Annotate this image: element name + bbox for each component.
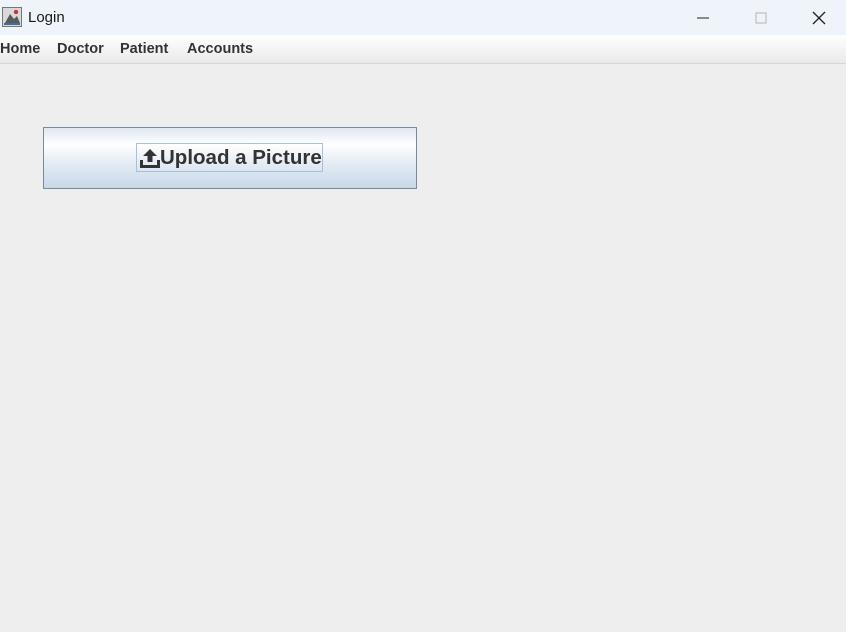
menu-doctor[interactable]: Doctor <box>57 41 104 57</box>
menu-accounts[interactable]: Accounts <box>187 41 253 57</box>
close-icon <box>812 11 826 24</box>
minimize-button[interactable] <box>674 0 732 35</box>
menu-patient[interactable]: Patient <box>120 41 168 57</box>
focus-ring: Upload a Picture <box>136 143 323 172</box>
app-icon <box>2 7 22 27</box>
upload-icon <box>140 148 160 168</box>
maximize-icon <box>755 12 767 23</box>
upload-picture-button[interactable]: Upload a Picture <box>43 127 417 189</box>
window-title: Login <box>28 9 65 26</box>
title-bar[interactable]: Login <box>0 0 846 35</box>
close-button[interactable] <box>790 0 846 35</box>
menu-bar: Home Doctor Patient Accounts <box>0 35 846 64</box>
minimize-icon <box>697 17 709 18</box>
maximize-button[interactable] <box>732 0 790 35</box>
upload-button-label: Upload a Picture <box>160 145 322 169</box>
menu-home[interactable]: Home <box>0 41 40 57</box>
